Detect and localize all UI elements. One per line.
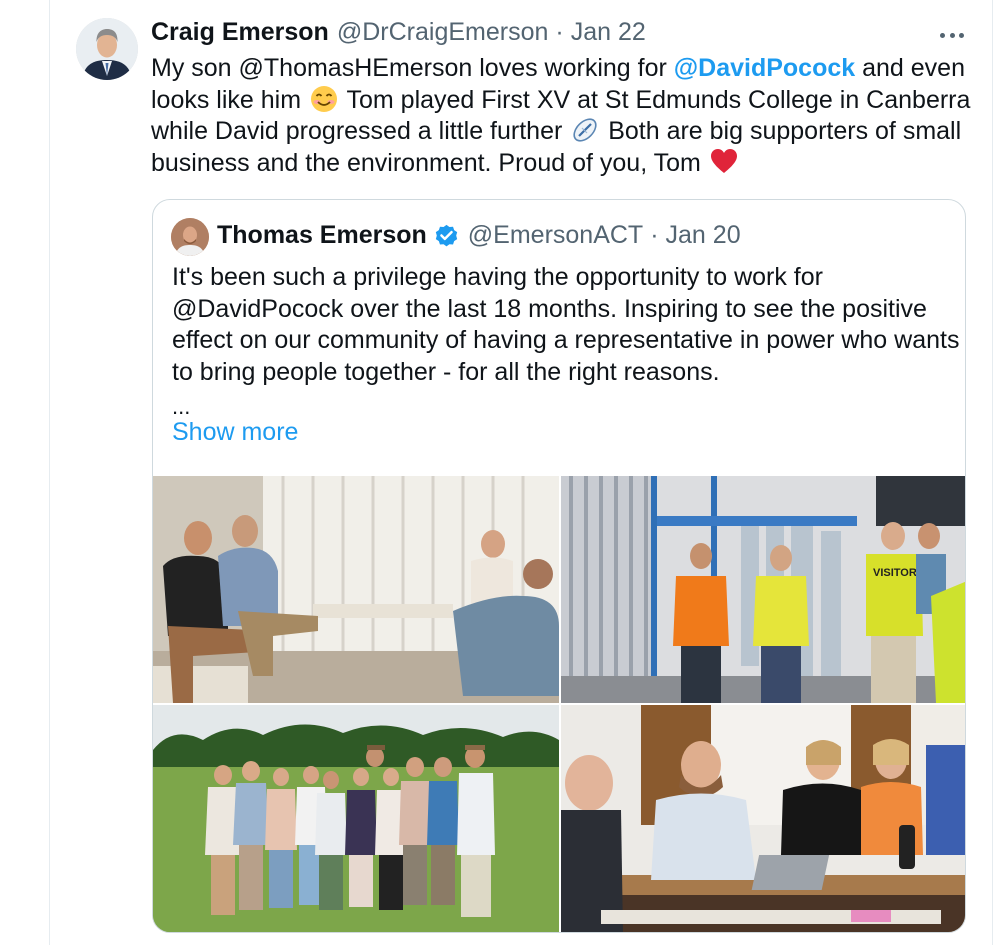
photo-office-meeting[interactable] [153, 476, 559, 703]
photo-team-outdoors[interactable] [153, 705, 559, 932]
tweet-text-segment: looks like him [151, 85, 308, 114]
quoted-text-line: effect on our community of having a repr… [172, 326, 960, 354]
tweet-text-segment: Tom played First XV at St Edmunds Colleg… [340, 85, 971, 114]
quoted-text-line: It's been such a privilege having the op… [172, 263, 823, 291]
tweet-text-line: while David progressed a little further … [151, 116, 961, 148]
tweet-text: My son @ThomasHEmerson loves working for… [151, 53, 970, 180]
tweet-text-line: looks like him Tom played First XV at St… [151, 85, 970, 117]
timeline-right-border [992, 0, 993, 945]
verified-badge-icon [433, 222, 460, 249]
photo-grid: VISITOR [153, 476, 965, 932]
mention-link-davidpocock[interactable]: @DavidPocock [674, 54, 855, 82]
header-separator: · [555, 18, 564, 46]
tweet-text-segment: business and the environment. Proud of y… [151, 148, 708, 177]
quoted-author-name[interactable]: Thomas Emerson [217, 221, 427, 250]
tweet-text-line: My son @ThomasHEmerson loves working for… [151, 53, 965, 85]
tweet-date[interactable]: Jan 22 [571, 18, 646, 47]
author-name[interactable]: Craig Emerson [151, 18, 329, 47]
quoted-tweet-card[interactable]: Thomas Emerson @EmersonACT · Jan 20 It's… [152, 199, 966, 933]
tweet-text-segment: My son @ThomasHEmerson loves working for [151, 54, 674, 82]
tweet-header: Craig Emerson @DrCraigEmerson · Jan 22 [151, 18, 646, 52]
tweet-text-segment: and even [855, 54, 965, 82]
quoted-tweet-header: Thomas Emerson @EmersonACT · Jan 20 [217, 218, 741, 252]
quoted-text-line: to bring people together - for all the r… [172, 357, 720, 386]
photo-committee-meeting[interactable] [561, 705, 965, 932]
tweet-text-line: business and the environment. Proud of y… [151, 148, 961, 180]
author-avatar[interactable] [76, 18, 138, 80]
quoted-author-avatar[interactable] [171, 218, 209, 256]
tweet-text-segment: while David progressed a little further [151, 117, 570, 145]
quoted-tweet-text: It's been such a privilege having the op… [172, 262, 962, 388]
visitor-vest-text: VISITOR [873, 567, 917, 579]
quoted-tweet-date[interactable]: Jan 20 [666, 221, 741, 250]
timeline-left-border [49, 0, 50, 945]
quoted-avatar-image [171, 218, 209, 256]
more-dot [949, 32, 955, 38]
truncation-ellipsis: ... [172, 394, 191, 419]
red-heart-emoji [710, 148, 738, 185]
photo-warehouse-visit[interactable]: VISITOR [561, 476, 965, 703]
author-avatar-image [76, 18, 138, 80]
author-handle[interactable]: @DrCraigEmerson [337, 18, 549, 47]
quoted-text-line: @DavidPocock over the last 18 months. In… [172, 294, 927, 323]
show-more-link[interactable]: Show more [172, 418, 298, 447]
quoted-author-handle[interactable]: @EmersonACT [468, 221, 643, 250]
tweet-text-segment: Both are big supporters of small [601, 117, 962, 145]
more-horizontal-icon[interactable] [936, 26, 968, 44]
quoted-header-separator: · [650, 220, 659, 249]
more-dot [940, 32, 945, 38]
more-dot [959, 32, 964, 38]
